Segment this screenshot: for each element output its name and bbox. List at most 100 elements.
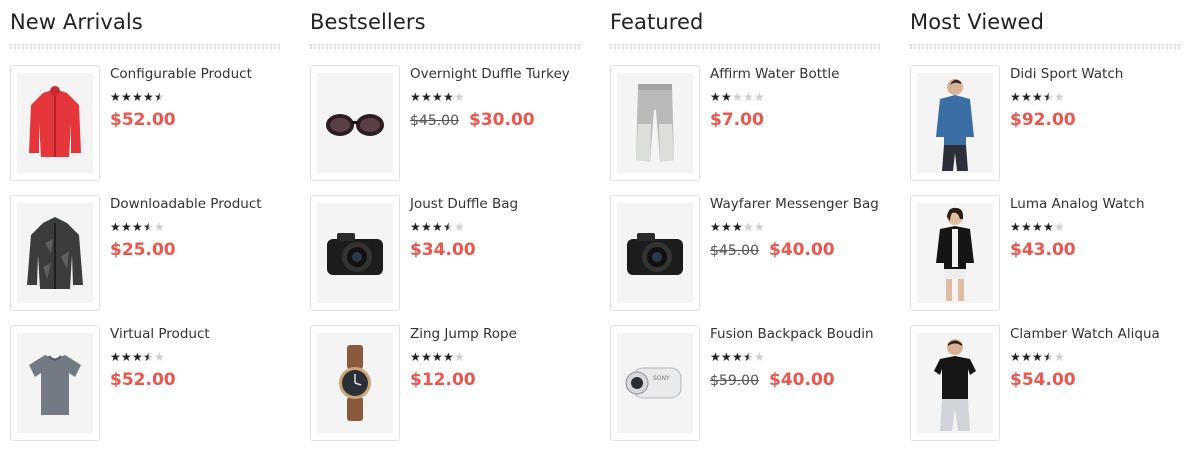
product-info: Fusion Backpack Boudin ★ ★ ★ ★ ★ $59.00 $40.00 [710,325,882,390]
rating-star-icon: ★ [432,350,443,364]
product-item[interactable]: Clamber Watch Aliqua ★ ★ ★ ★ ★ $54.00 [910,325,1180,441]
rating-stars: ★ ★ ★ ★ ★ [410,220,582,234]
product-item[interactable]: Configurable Product ★ ★ ★ ★ ★ $52.00 [10,65,280,181]
price-box: $52.00 [110,370,282,390]
man-black-tshirt-image [917,333,993,433]
rating-star-icon: ★ [1032,90,1043,104]
product-item[interactable]: Affirm Water Bottle ★ ★ ★ ★ ★ $7.00 [610,65,880,181]
column-new-arrivals: New Arrivals Configurable Product ★ ★ ★ ★ ★ $5… [10,0,280,441]
product-item[interactable]: Downloadable Product ★ ★ ★ ★ ★ $25.00 [10,195,280,311]
rating-stars: ★ ★ ★ ★ ★ [710,90,882,104]
rating-star-icon: ★ [754,350,765,364]
rating-star-icon: ★ [1021,220,1032,234]
rating-stars: ★ ★ ★ ★ ★ [410,350,582,364]
product-thumbnail[interactable]: SONY [610,325,700,441]
product-info: Overnight Duffle Turkey ★ ★ ★ ★ ★ $45.00 $30.00 [410,65,582,130]
product-thumbnail[interactable] [610,195,700,311]
product-thumbnail[interactable] [310,195,400,311]
rating-star-icon: ★ [132,90,143,104]
product-thumbnail[interactable] [10,325,100,441]
column-featured: Featured Affirm Water Bottle ★ ★ ★ ★ ★ $7.00 W… [610,0,880,441]
rating-star-icon: ★ [110,350,121,364]
column-most-viewed: Most Viewed Didi Sport Watch ★ ★ ★ ★ ★ $92.00 … [910,0,1180,441]
product-price: $92.00 [1010,110,1076,130]
rating-star-icon: ★ [143,220,154,234]
product-name-link[interactable]: Joust Duffle Bag [410,195,582,214]
rating-stars: ★ ★ ★ ★ ★ [1010,90,1182,104]
product-name-link[interactable]: Wayfarer Messenger Bag [710,195,882,214]
product-thumbnail[interactable] [10,195,100,311]
rating-stars: ★ ★ ★ ★ ★ [110,90,282,104]
product-name-link[interactable]: Configurable Product [110,65,282,84]
product-thumbnail[interactable] [310,325,400,441]
product-item[interactable]: SONY Fusion Backpack Boudin ★ ★ ★ ★ ★ $59.00 $40… [610,325,880,441]
rating-star-icon: ★ [410,350,421,364]
product-info: Wayfarer Messenger Bag ★ ★ ★ ★ ★ $45.00 $40.00 [710,195,882,260]
product-name-link[interactable]: Affirm Water Bottle [710,65,882,84]
product-item[interactable]: Zing Jump Rope ★ ★ ★ ★ ★ $12.00 [310,325,580,441]
column-title: Bestsellers [310,10,426,34]
product-thumbnail[interactable] [310,65,400,181]
rating-star-icon: ★ [121,90,132,104]
rating-star-icon: ★ [732,220,743,234]
product-name-link[interactable]: Virtual Product [110,325,282,344]
rating-star-icon: ★ [1032,220,1043,234]
rating-stars: ★ ★ ★ ★ ★ [410,90,582,104]
title-separator [310,44,580,49]
rating-star-icon: ★ [132,350,143,364]
price-box: $43.00 [1010,240,1182,260]
product-name-link[interactable]: Zing Jump Rope [410,325,582,344]
rating-star-icon: ★ [721,350,732,364]
product-item[interactable]: Virtual Product ★ ★ ★ ★ ★ $52.00 [10,325,280,441]
woman-black-jacket-image [917,203,993,303]
rating-star-icon: ★ [1054,90,1065,104]
product-thumbnail[interactable] [10,65,100,181]
product-thumbnail[interactable] [910,195,1000,311]
product-thumbnail[interactable] [610,65,700,181]
rating-star-icon: ★ [1054,220,1065,234]
product-info: Didi Sport Watch ★ ★ ★ ★ ★ $92.00 [1010,65,1182,130]
product-name-link[interactable]: Didi Sport Watch [1010,65,1182,84]
price-box: $59.00 $40.00 [710,370,882,390]
product-price: $34.00 [410,240,476,260]
rating-star-icon: ★ [421,350,432,364]
rating-star-icon: ★ [154,220,165,234]
rating-star-icon: ★ [443,90,454,104]
product-price: $52.00 [110,110,176,130]
product-item[interactable]: Didi Sport Watch ★ ★ ★ ★ ★ $92.00 [910,65,1180,181]
rating-stars: ★ ★ ★ ★ ★ [1010,350,1182,364]
product-info: Configurable Product ★ ★ ★ ★ ★ $52.00 [110,65,282,130]
product-name-link[interactable]: Fusion Backpack Boudin [710,325,882,344]
product-price: $40.00 [769,370,835,390]
old-price: $59.00 [710,373,759,389]
price-box: $54.00 [1010,370,1182,390]
product-name-link[interactable]: Clamber Watch Aliqua [1010,325,1182,344]
price-box: $12.00 [410,370,582,390]
product-price: $40.00 [769,240,835,260]
rating-stars: ★ ★ ★ ★ ★ [710,350,882,364]
product-item[interactable]: Overnight Duffle Turkey ★ ★ ★ ★ ★ $45.00 $30.00 [310,65,580,181]
product-name-link[interactable]: Downloadable Product [110,195,282,214]
rating-star-icon: ★ [1021,90,1032,104]
old-price: $45.00 [710,243,759,259]
rating-star-icon: ★ [1021,350,1032,364]
rating-star-icon: ★ [721,220,732,234]
rating-star-icon: ★ [732,90,743,104]
product-thumbnail[interactable] [910,325,1000,441]
product-price: $30.00 [469,110,535,130]
column-title: Most Viewed [910,10,1045,34]
rating-star-icon: ★ [454,220,465,234]
product-item[interactable]: Wayfarer Messenger Bag ★ ★ ★ ★ ★ $45.00 $40.00 [610,195,880,311]
rating-star-icon: ★ [1010,220,1021,234]
product-item[interactable]: Luma Analog Watch ★ ★ ★ ★ ★ $43.00 [910,195,1180,311]
rating-star-icon: ★ [743,350,754,364]
title-separator [610,44,880,49]
man-blue-shirt-image [917,73,993,173]
product-item[interactable]: Joust Duffle Bag ★ ★ ★ ★ ★ $34.00 [310,195,580,311]
product-widget-grid: New Arrivals Configurable Product ★ ★ ★ ★ ★ $5… [0,0,1188,461]
product-name-link[interactable]: Overnight Duffle Turkey [410,65,582,84]
rating-star-icon: ★ [432,220,443,234]
rating-star-icon: ★ [1043,350,1054,364]
product-thumbnail[interactable] [910,65,1000,181]
product-name-link[interactable]: Luma Analog Watch [1010,195,1182,214]
